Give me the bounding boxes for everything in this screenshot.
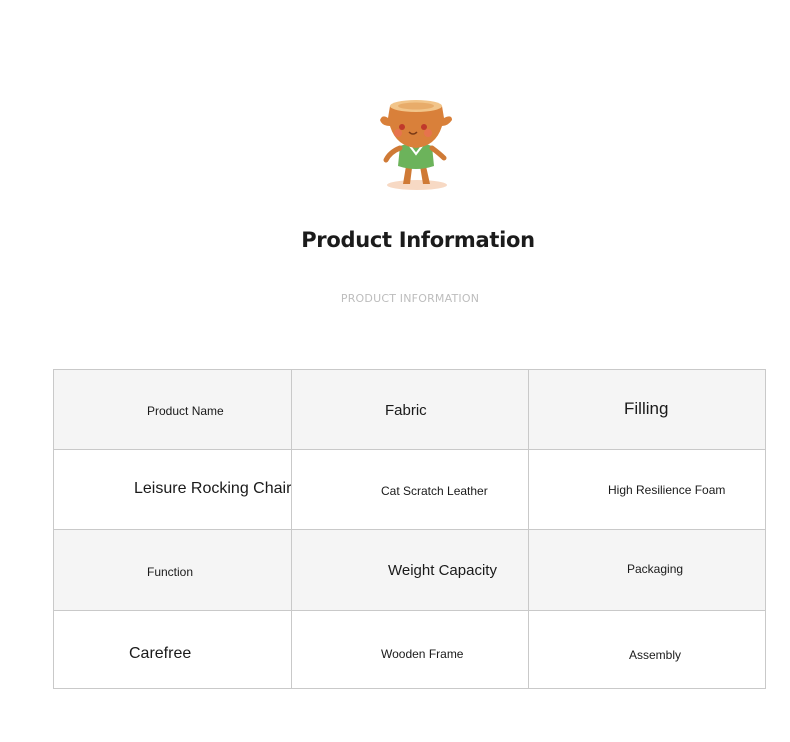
table-row: Carefree Wooden Frame Assembly — [54, 611, 765, 688]
table-row: Product Name Fabric Filling — [54, 370, 765, 450]
table-cell: Carefree — [129, 645, 192, 662]
table-cell: Fabric — [385, 402, 427, 419]
table-cell: High Resilience Foam — [608, 483, 726, 497]
page-title: Product Information — [301, 228, 535, 252]
table-cell: Packaging — [627, 562, 684, 576]
table-cell: Product Name — [147, 404, 224, 418]
product-info-table: Product Name Fabric Filling Leisure Rock… — [53, 369, 766, 689]
table-cell: Assembly — [629, 648, 682, 662]
table-cell: Wooden Frame — [381, 647, 464, 661]
table-cell: Cat Scratch Leather — [381, 484, 488, 498]
table-row: Leisure Rocking Chair Cat Scratch Leathe… — [54, 450, 765, 530]
table-cell: Leisure Rocking Chair — [134, 480, 292, 497]
column-divider — [528, 370, 529, 688]
page-subtitle: PRODUCT INFORMATION — [340, 292, 480, 305]
table-cell: Weight Capacity — [388, 562, 497, 579]
table-row: Function Weight Capacity Packaging — [54, 530, 765, 611]
mascot-illustration — [376, 96, 456, 192]
table-cell: Filling — [624, 399, 669, 418]
column-divider — [291, 370, 292, 688]
table-cell: Function — [147, 565, 194, 579]
